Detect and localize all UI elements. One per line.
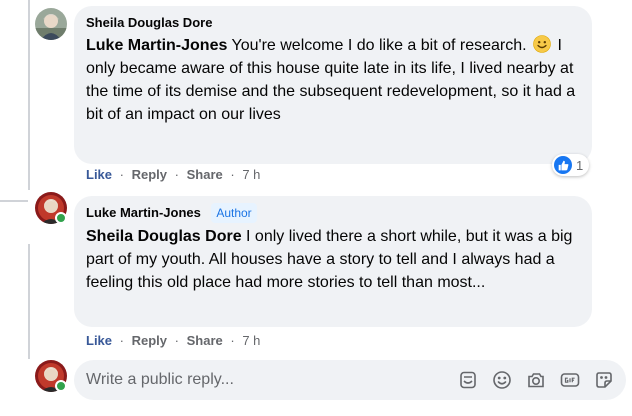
like-reaction-icon [554, 156, 572, 174]
comment-text: Sheila Douglas Dore I only lived there a… [86, 225, 580, 294]
separator-dot: · [119, 333, 124, 348]
share-button[interactable]: Share [187, 167, 223, 182]
reply-input[interactable] [86, 371, 426, 389]
camera-icon[interactable] [526, 370, 546, 390]
online-status-indicator [55, 212, 67, 224]
reply-button[interactable]: Reply [132, 167, 167, 182]
reaction-summary[interactable]: 1 [552, 154, 590, 176]
separator-dot: · [230, 167, 235, 182]
online-status-indicator [55, 380, 67, 392]
comment-text-part: You're welcome I do like a bit of resear… [227, 37, 527, 54]
reply-button[interactable]: Reply [132, 333, 167, 348]
share-button[interactable]: Share [187, 333, 223, 348]
author-badge: Author [211, 203, 257, 223]
reaction-count: 1 [576, 157, 584, 173]
comment-bubble-2: Luke Martin-Jones Author Sheila Douglas … [74, 196, 592, 327]
separator-dot: · [119, 167, 124, 182]
sticker-icon[interactable] [594, 370, 614, 390]
thread-line-branch [0, 200, 28, 202]
reply-tools [458, 370, 614, 390]
comment-actions-2: Like · Reply · Share · 7 h [86, 333, 260, 349]
timestamp[interactable]: 7 h [242, 333, 260, 348]
emoji-icon[interactable] [492, 370, 512, 390]
gif-icon[interactable] [560, 370, 580, 390]
comment-bubble-1: Sheila Douglas Dore Luke Martin-Jones Yo… [74, 6, 592, 164]
separator-dot: · [174, 333, 179, 348]
thread-line [28, 244, 30, 359]
mention-link[interactable]: Sheila Douglas Dore [86, 228, 242, 245]
smiley-emoji-icon [533, 35, 551, 53]
comment-author[interactable]: Sheila Douglas Dore [86, 14, 212, 32]
mention-link[interactable]: Luke Martin-Jones [86, 37, 227, 54]
comment-text: Luke Martin-Jones You're welcome I do li… [86, 34, 580, 126]
separator-dot: · [230, 333, 235, 348]
comment-actions-1: Like · Reply · Share · 7 h [86, 167, 260, 183]
like-button[interactable]: Like [86, 333, 112, 348]
like-button[interactable]: Like [86, 167, 112, 182]
timestamp[interactable]: 7 h [242, 167, 260, 182]
sticker-face-icon[interactable] [458, 370, 478, 390]
thread-line [28, 0, 30, 190]
avatar-sheila[interactable] [35, 8, 67, 40]
separator-dot: · [174, 167, 179, 182]
comment-author[interactable]: Luke Martin-Jones [86, 204, 201, 222]
reply-composer[interactable] [74, 360, 626, 400]
